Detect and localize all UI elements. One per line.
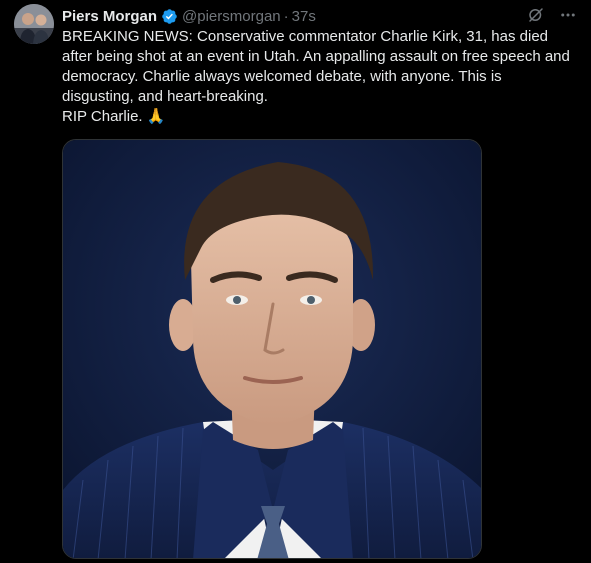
separator-dot: · — [283, 7, 289, 25]
tweet-text: BREAKING NEWS: Conservative commentator … — [62, 27, 577, 127]
tweet-text-main: BREAKING NEWS: Conservative commentator … — [62, 28, 570, 105]
grok-icon[interactable] — [527, 6, 545, 24]
tweet-actions-top — [527, 6, 577, 24]
tweet-text-closing: RIP Charlie. 🙏 — [62, 108, 166, 125]
more-icon[interactable] — [559, 6, 577, 24]
portrait-photo — [63, 140, 481, 558]
tweet[interactable]: Piers Morgan @piersmorgan · 37s BREAKING… — [0, 0, 591, 563]
tweet-media-photo[interactable] — [62, 139, 482, 559]
tweet-header: Piers Morgan @piersmorgan · 37s — [62, 6, 316, 26]
timestamp[interactable]: 37s — [292, 8, 316, 25]
avatar[interactable] — [14, 4, 54, 44]
avatar-image — [14, 4, 54, 44]
verified-badge-icon — [161, 8, 178, 25]
author-name[interactable]: Piers Morgan — [62, 8, 157, 25]
author-handle[interactable]: @piersmorgan — [182, 8, 281, 25]
